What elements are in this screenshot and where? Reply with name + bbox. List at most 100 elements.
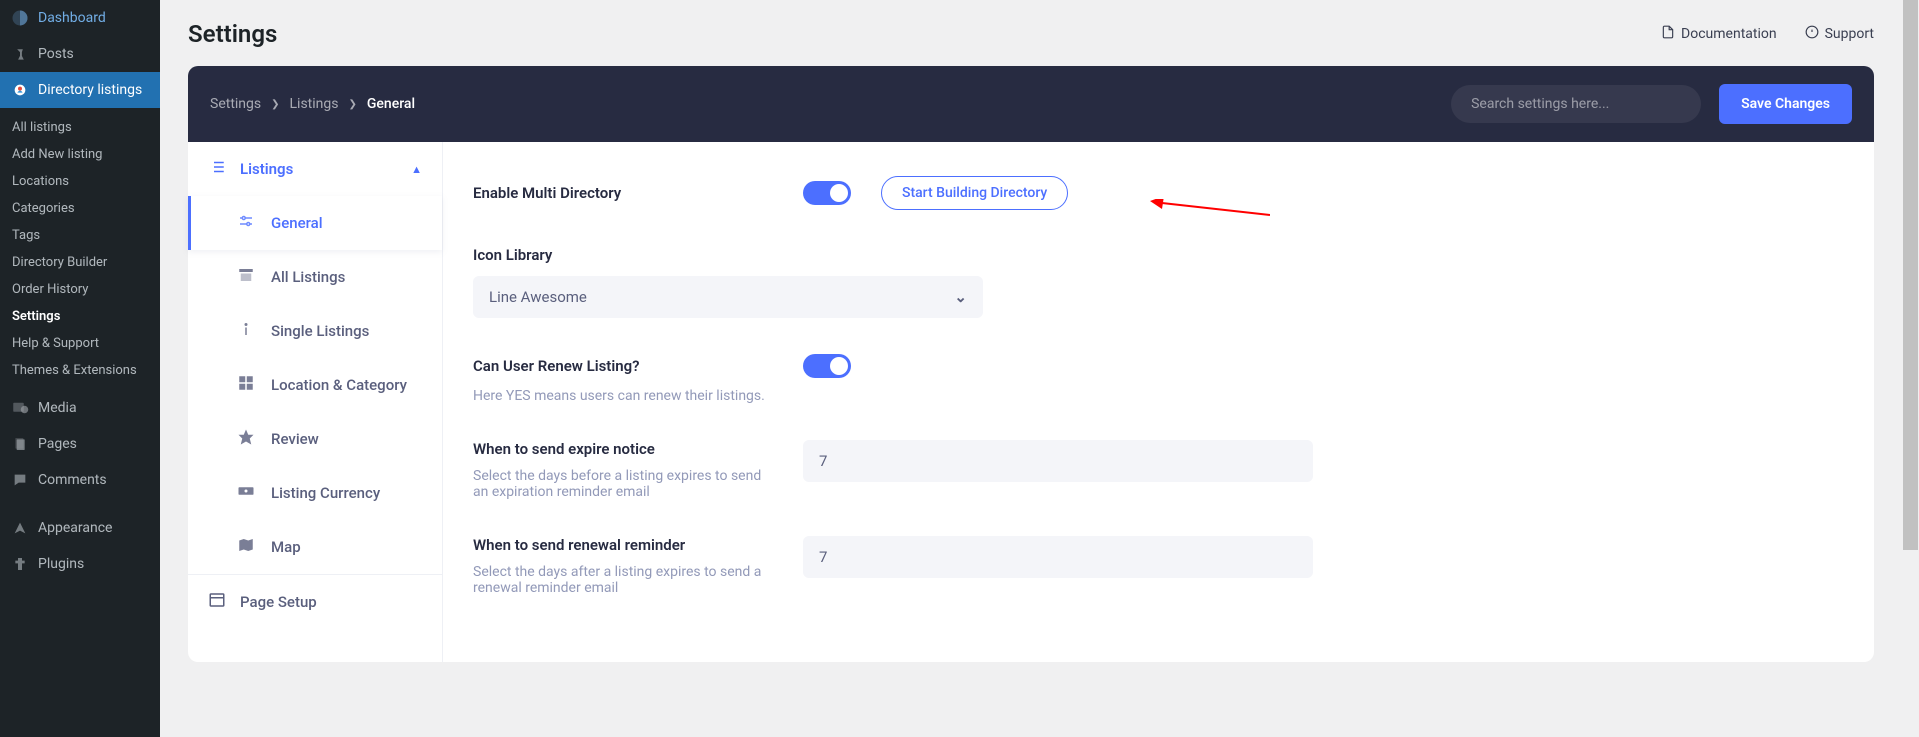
submenu-add-new[interactable]: Add New listing [0, 141, 160, 168]
chevron-down-icon: ⌄ [954, 288, 967, 306]
topbar-right: Save Changes [1451, 84, 1852, 124]
menu-pages-label: Pages [38, 436, 77, 452]
page-scrollbar[interactable] [1902, 0, 1919, 737]
enable-multi-toggle[interactable] [803, 181, 851, 205]
submenu-order-history[interactable]: Order History [0, 276, 160, 303]
appearance-icon [10, 518, 30, 538]
nav-general[interactable]: General [188, 196, 442, 250]
menu-posts[interactable]: Posts [0, 36, 160, 72]
icon-library-select[interactable]: Line Awesome ⌄ [473, 276, 983, 318]
nav-all-listings[interactable]: All Listings [188, 250, 442, 304]
enable-multi-label: Enable Multi Directory [473, 184, 773, 202]
red-arrow-icon [1150, 199, 1270, 223]
nav-map[interactable]: Map [188, 520, 442, 574]
submenu-directory-builder[interactable]: Directory Builder [0, 249, 160, 276]
settings-panel: Listings ▲ General All Listings [188, 142, 1874, 662]
submenu-all-listings[interactable]: All listings [0, 114, 160, 141]
wp-admin-sidebar: Dashboard Posts Directory listings All l… [0, 0, 160, 737]
nav-general-label: General [271, 214, 323, 232]
money-icon [237, 482, 255, 504]
breadcrumb-general: General [367, 96, 415, 112]
breadcrumb-settings[interactable]: Settings [210, 96, 261, 112]
renewal-reminder-value: 7 [819, 548, 827, 566]
nav-page-setup-label: Page Setup [240, 593, 317, 611]
renewal-reminder-label: When to send renewal reminder [473, 536, 773, 554]
documentation-link[interactable]: Documentation [1661, 25, 1777, 43]
settings-nav: Listings ▲ General All Listings [188, 142, 443, 662]
menu-plugins-label: Plugins [38, 556, 84, 572]
nav-single-listings-label: Single Listings [271, 322, 369, 340]
breadcrumb-listings[interactable]: Listings [290, 96, 339, 112]
menu-pages[interactable]: Pages [0, 426, 160, 462]
menu-appearance[interactable]: Appearance [0, 510, 160, 546]
submenu-locations[interactable]: Locations [0, 168, 160, 195]
menu-comments[interactable]: Comments [0, 462, 160, 498]
nav-listing-currency[interactable]: Listing Currency [188, 466, 442, 520]
menu-directory-label: Directory listings [38, 82, 142, 98]
page-header: Settings Documentation Support [188, 20, 1874, 48]
pages-icon [10, 434, 30, 454]
menu-directory-listings[interactable]: Directory listings [0, 72, 160, 108]
star-icon [237, 428, 255, 450]
nav-single-listings[interactable]: Single Listings [188, 304, 442, 358]
icon-library-value: Line Awesome [489, 288, 587, 306]
field-enable-multi-directory: Enable Multi Directory Start Building Di… [473, 162, 1844, 220]
menu-dashboard[interactable]: Dashboard [0, 0, 160, 36]
expire-notice-help: Select the days before a listing expires… [473, 468, 773, 500]
submenu-help-support[interactable]: Help & Support [0, 330, 160, 357]
media-icon [10, 398, 30, 418]
renewal-reminder-help: Select the days after a listing expires … [473, 564, 773, 596]
nav-group-listings[interactable]: Listings ▲ [188, 142, 442, 196]
pin-icon [10, 44, 30, 64]
nav-listings-label: Listings [240, 160, 293, 178]
sliders-icon [237, 212, 255, 234]
settings-body: Enable Multi Directory Start Building Di… [443, 142, 1874, 662]
menu-dashboard-label: Dashboard [38, 10, 106, 26]
nav-all-listings-label: All Listings [271, 268, 345, 286]
nav-page-setup[interactable]: Page Setup [188, 574, 442, 629]
field-icon-library: Icon Library Line Awesome ⌄ [473, 220, 1844, 328]
map-icon [237, 536, 255, 558]
menu-media-label: Media [38, 400, 77, 416]
expire-notice-value: 7 [819, 452, 827, 470]
settings-search-input[interactable] [1451, 85, 1701, 123]
field-renewal-reminder: When to send renewal reminder Select the… [473, 510, 1844, 606]
start-building-directory-button[interactable]: Start Building Directory [881, 176, 1068, 210]
documentation-label: Documentation [1681, 26, 1777, 42]
renewal-reminder-input[interactable]: 7 [803, 536, 1313, 578]
submenu-tags[interactable]: Tags [0, 222, 160, 249]
dashboard-icon [10, 8, 30, 28]
expire-notice-input[interactable]: 7 [803, 440, 1313, 482]
support-label: Support [1825, 26, 1874, 42]
menu-appearance-label: Appearance [38, 520, 112, 536]
menu-media[interactable]: Media [0, 390, 160, 426]
save-changes-button[interactable]: Save Changes [1719, 84, 1852, 124]
renew-help: Here YES means users can renew their lis… [473, 388, 1844, 404]
nav-location-category-label: Location & Category [271, 376, 407, 394]
field-expire-notice: When to send expire notice Select the da… [473, 414, 1844, 510]
menu-plugins[interactable]: Plugins [0, 546, 160, 582]
header-links: Documentation Support [1661, 25, 1874, 43]
nav-location-category[interactable]: Location & Category [188, 358, 442, 412]
submenu-categories[interactable]: Categories [0, 195, 160, 222]
breadcrumb: Settings ❯ Listings ❯ General [210, 96, 415, 112]
nav-review[interactable]: Review [188, 412, 442, 466]
nav-sublist: General All Listings Single Listings [188, 196, 442, 574]
directory-submenu: All listings Add New listing Locations C… [0, 108, 160, 390]
settings-topbar: Settings ❯ Listings ❯ General Save Chang… [188, 66, 1874, 142]
icon-library-label: Icon Library [473, 246, 773, 264]
submenu-themes-ext[interactable]: Themes & Extensions [0, 357, 160, 384]
doc-icon [1661, 25, 1675, 43]
info-icon [237, 320, 255, 342]
comments-icon [10, 470, 30, 490]
menu-posts-label: Posts [38, 46, 74, 62]
submenu-settings[interactable]: Settings [0, 303, 160, 330]
page-title: Settings [188, 20, 277, 48]
nav-review-label: Review [271, 430, 319, 448]
renew-toggle[interactable] [803, 354, 851, 378]
grid-icon [237, 374, 255, 396]
window-icon [208, 591, 226, 613]
support-link[interactable]: Support [1805, 25, 1874, 43]
support-icon [1805, 25, 1819, 43]
menu-comments-label: Comments [38, 472, 107, 488]
